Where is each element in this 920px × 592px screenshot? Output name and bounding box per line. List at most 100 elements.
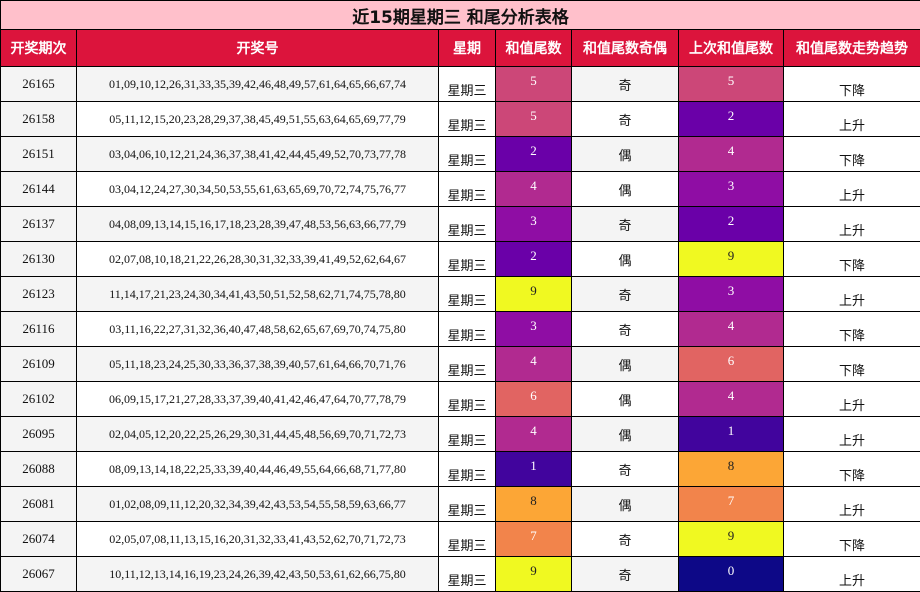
issue-cell: 26130 xyxy=(0,241,77,277)
issue-cell: 26165 xyxy=(0,66,77,102)
prev-tail-cell-text: 2 xyxy=(727,213,735,228)
prev-tail-cell: 2 xyxy=(678,206,784,242)
trend-cell: 上升 xyxy=(782,276,920,312)
table-title: 近15期星期三 和尾分析表格 xyxy=(0,0,920,30)
issue-cell: 26081 xyxy=(0,486,77,522)
table-row: 26067 10,11,12,13,14,16,19,23,24,26,39,42… xyxy=(0,556,920,592)
parity-cell: 奇 xyxy=(571,101,679,137)
weekday-cell-text: 星期三 xyxy=(447,83,487,99)
numbers-cell: 05,11,18,23,24,25,30,33,36,37,38,39,40,5… xyxy=(76,346,439,382)
trend-cell-text: 上升 xyxy=(839,293,866,309)
weekday-cell-text: 星期三 xyxy=(447,538,487,554)
issue-cell: 26088 xyxy=(0,451,77,487)
parity-cell: 偶 xyxy=(571,241,679,277)
parity-cell: 奇 xyxy=(571,311,679,347)
prev-tail-cell: 6 xyxy=(678,346,784,382)
tail-cell-text: 1 xyxy=(530,458,537,473)
table-row: 26095 02,04,05,12,20,22,25,26,29,30,31,44… xyxy=(0,416,920,452)
issue-cell: 26102 xyxy=(0,381,77,417)
prev-tail-cell-text: 3 xyxy=(727,283,735,298)
prev-tail-cell-text: 7 xyxy=(727,493,735,508)
header-tail: 和值尾数 xyxy=(495,29,572,67)
header-parity: 和值尾数奇偶 xyxy=(571,29,679,67)
issue-cell: 26067 xyxy=(0,556,77,592)
weekday-cell-text: 星期三 xyxy=(447,573,487,589)
weekday-cell: 星期三 xyxy=(438,451,496,487)
trend-cell-text: 上升 xyxy=(839,398,866,414)
tail-cell-text: 3 xyxy=(530,213,537,228)
table-row: 26123 11,14,17,21,23,24,30,34,41,43,50,51… xyxy=(0,276,920,312)
tail-cell-text: 8 xyxy=(530,493,537,508)
prev-tail-cell: 4 xyxy=(678,381,784,417)
table-row: 26144 03,04,12,24,27,30,34,50,53,55,61,63… xyxy=(0,171,920,207)
trend-cell: 上升 xyxy=(782,416,920,452)
weekday-cell-text: 星期三 xyxy=(447,258,487,274)
tail-cell-text: 7 xyxy=(530,528,537,543)
tail-cell-text: 2 xyxy=(530,248,537,263)
table-body: 26165 01,09,10,12,26,31,33,35,39,42,46,48… xyxy=(0,66,920,592)
trend-cell: 下降 xyxy=(782,241,920,277)
tail-cell: 2 xyxy=(495,136,572,172)
issue-cell: 26144 xyxy=(0,171,77,207)
trend-cell: 下降 xyxy=(782,66,920,102)
prev-tail-cell-text: 5 xyxy=(727,73,735,88)
trend-cell-text: 下降 xyxy=(839,538,866,554)
prev-tail-cell-text: 6 xyxy=(727,353,735,368)
tail-cell: 6 xyxy=(495,381,572,417)
trend-cell: 上升 xyxy=(782,556,920,592)
tail-cell: 3 xyxy=(495,311,572,347)
trend-cell: 下降 xyxy=(782,311,920,347)
numbers-cell: 03,11,16,22,27,31,32,36,40,47,48,58,62,6… xyxy=(76,311,439,347)
issue-cell: 26095 xyxy=(0,416,77,452)
weekday-cell: 星期三 xyxy=(438,101,496,137)
issue-cell: 26151 xyxy=(0,136,77,172)
table-row: 26116 03,11,16,22,27,31,32,36,40,47,48,58… xyxy=(0,311,920,347)
prev-tail-cell: 1 xyxy=(678,416,784,452)
trend-cell-text: 上升 xyxy=(839,573,866,589)
trend-cell-text: 上升 xyxy=(839,503,866,519)
table-row: 26088 08,09,13,14,18,22,25,33,39,40,44,46… xyxy=(0,451,920,487)
tail-cell: 5 xyxy=(495,66,572,102)
weekday-cell-text: 星期三 xyxy=(447,153,487,169)
parity-cell: 奇 xyxy=(571,451,679,487)
tail-cell: 4 xyxy=(495,416,572,452)
tail-cell: 2 xyxy=(495,241,572,277)
trend-cell-text: 下降 xyxy=(839,468,866,484)
trend-cell: 上升 xyxy=(782,171,920,207)
prev-tail-cell: 3 xyxy=(678,171,784,207)
weekday-cell-text: 星期三 xyxy=(447,503,487,519)
parity-cell: 偶 xyxy=(571,416,679,452)
numbers-cell: 06,09,15,17,21,27,28,33,37,39,40,41,42,4… xyxy=(76,381,439,417)
weekday-cell-text: 星期三 xyxy=(447,468,487,484)
tail-cell-text: 6 xyxy=(530,388,537,403)
weekday-cell: 星期三 xyxy=(438,381,496,417)
issue-cell: 26158 xyxy=(0,101,77,137)
prev-tail-cell: 2 xyxy=(678,101,784,137)
tail-cell: 9 xyxy=(495,276,572,312)
issue-cell: 26137 xyxy=(0,206,77,242)
prev-tail-cell: 5 xyxy=(678,66,784,102)
weekday-cell-text: 星期三 xyxy=(447,188,487,204)
weekday-cell: 星期三 xyxy=(438,171,496,207)
trend-cell-text: 上升 xyxy=(839,118,866,134)
numbers-cell: 02,04,05,12,20,22,25,26,29,30,31,44,45,4… xyxy=(76,416,439,452)
header-issue: 开奖期次 xyxy=(0,29,77,67)
header-trend: 和值尾数走势趋势 xyxy=(782,29,920,67)
trend-cell-text: 下降 xyxy=(839,328,866,344)
parity-cell: 偶 xyxy=(571,136,679,172)
tail-cell-text: 4 xyxy=(530,423,537,438)
parity-cell: 奇 xyxy=(571,276,679,312)
numbers-cell: 05,11,12,15,20,23,28,29,37,38,45,49,51,5… xyxy=(76,101,439,137)
tail-cell-text: 3 xyxy=(530,318,537,333)
table-row: 26102 06,09,15,17,21,27,28,33,37,39,40,41… xyxy=(0,381,920,417)
numbers-cell: 10,11,12,13,14,16,19,23,24,26,39,42,43,5… xyxy=(76,556,439,592)
trend-cell-text: 上升 xyxy=(839,188,866,204)
prev-tail-cell: 3 xyxy=(678,276,784,312)
prev-tail-cell: 4 xyxy=(678,311,784,347)
issue-cell: 26123 xyxy=(0,276,77,312)
table-row: 26130 02,07,08,10,18,21,22,26,28,30,31,32… xyxy=(0,241,920,277)
weekday-cell: 星期三 xyxy=(438,346,496,382)
tail-analysis-table: 近15期星期三 和尾分析表格 开奖期次 开奖号 星期 和值尾数 和值尾数奇偶 上… xyxy=(0,0,920,592)
parity-cell: 偶 xyxy=(571,381,679,417)
table-row: 26081 01,02,08,09,11,12,20,32,34,39,42,43… xyxy=(0,486,920,522)
